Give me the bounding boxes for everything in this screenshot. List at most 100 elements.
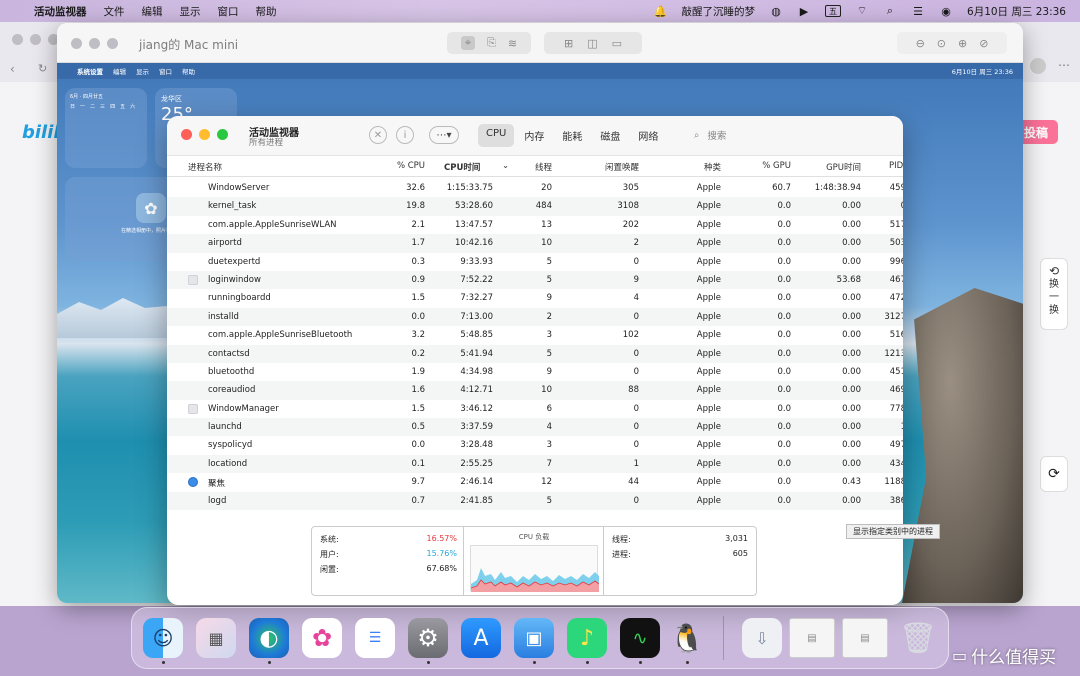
reload-icon[interactable]: ↻ (38, 62, 47, 75)
calendar-widget[interactable]: 6月 · 四月廿五 日一二三四五六 (65, 88, 147, 168)
tab-energy[interactable]: 能耗 (554, 124, 590, 147)
info-button[interactable]: i (396, 126, 414, 144)
tab-disk[interactable]: 磁盘 (592, 124, 628, 147)
control-mode-icon[interactable]: ⌖ (460, 36, 476, 50)
close-window-button[interactable] (181, 129, 192, 140)
finder-icon[interactable]: ☺ (143, 618, 183, 658)
screenshot-2-icon[interactable]: ▤ (842, 618, 888, 658)
remote-menu-view[interactable]: 显示 (136, 66, 149, 76)
zoom-toolbar[interactable]: ⊖ ⊙ ⊕ ⊘ (897, 32, 1007, 54)
grid-icon[interactable]: ⊞ (564, 37, 573, 50)
table-row[interactable]: contactsd 0.2 5:41.94 5 0 Apple 0.0 0.00 1213 (167, 344, 903, 363)
profile-avatar[interactable] (1030, 58, 1046, 74)
col-pid[interactable]: PID (889, 161, 903, 171)
zoom-fit-icon[interactable]: ⊙ (937, 37, 946, 50)
col-cpu-percent[interactable]: % CPU (385, 161, 425, 171)
col-threads[interactable]: 线程 (512, 161, 552, 173)
minimize-window-button[interactable] (199, 129, 210, 140)
view-mode-icon[interactable]: ⎘ (487, 36, 496, 50)
table-row[interactable]: installd 0.0 7:13.00 2 0 Apple 0.0 0.00 3127 (167, 307, 903, 327)
col-idle-wakeups[interactable]: 闲置唤醒 (587, 161, 639, 173)
row-threads: 9 (546, 366, 552, 377)
split-view-icon[interactable]: ◫ (587, 37, 597, 50)
table-row[interactable]: duetexpertd 0.3 9:33.93 5 0 Apple 0.0 0.00 996 (167, 253, 903, 271)
table-row[interactable]: 聚焦 9.7 2:46.14 12 44 Apple 0.0 0.43 1188 (167, 473, 903, 491)
app-store-icon[interactable]: A (461, 618, 501, 658)
fullscreen-icon[interactable]: ▭ (612, 37, 622, 50)
table-row[interactable]: locationd 0.1 2:55.25 7 1 Apple 0.0 0.00 434 (167, 454, 903, 474)
table-row[interactable]: com.apple.AppleSunriseWLAN 2.1 13:47.57 13 2… (167, 216, 903, 234)
tab-memory[interactable]: 内存 (516, 124, 552, 147)
siri-icon[interactable]: ◉ (939, 5, 953, 18)
table-row[interactable]: launchd 0.5 3:37.59 4 0 Apple 0.0 0.00 1 (167, 418, 903, 437)
zoom-window-button[interactable] (217, 129, 228, 140)
remote-menu-edit[interactable]: 编辑 (113, 66, 126, 76)
photos-icon[interactable]: ✿ (302, 618, 342, 658)
system-settings-icon[interactable]: ⚙ (408, 618, 448, 658)
table-row[interactable]: WindowServer 32.6 1:15:33.75 20 305 Apple 60.7… (167, 179, 903, 197)
col-kind[interactable]: 种类 (677, 161, 721, 173)
zoom-in-icon[interactable]: ⊕ (958, 37, 967, 50)
tab-cpu[interactable]: CPU (478, 124, 515, 147)
row-cpu-time: 3:28.48 (460, 440, 493, 451)
control-center-icon[interactable]: ☰ (911, 5, 925, 18)
menubar-datetime[interactable]: 6月10日 周三 23:36 (967, 4, 1066, 19)
remote-display-toolbar[interactable]: ⊞ ◫ ▭ (544, 32, 642, 54)
now-playing-text[interactable]: 敲醒了沉睡的梦 (682, 4, 756, 19)
col-process-name[interactable]: 进程名称 (188, 161, 222, 173)
menu-app-name[interactable]: 活动监视器 (34, 4, 87, 19)
table-row[interactable]: loginwindow 0.9 7:52.22 5 9 Apple 0.0 53.68 467 (167, 270, 903, 290)
remote-menubar-datetime[interactable]: 6月10日 周三 23:36 (952, 66, 1013, 76)
download-folder-icon[interactable]: ⇩ (742, 618, 782, 658)
table-row[interactable]: WindowManager 1.5 3:46.12 6 0 Apple 0.0 0.00 778 (167, 400, 903, 418)
col-gpu-percent[interactable]: % GPU (747, 161, 791, 171)
edge-icon[interactable]: ◐ (249, 618, 289, 658)
table-row[interactable]: coreaudiod 1.6 4:12.71 10 88 Apple 0.0 0.00 469 (167, 381, 903, 400)
zoom-out-icon[interactable]: ⊖ (916, 37, 925, 50)
globe-icon[interactable]: ◍ (769, 5, 783, 18)
search-field[interactable]: ⌕ 搜索 (684, 124, 902, 146)
menu-edit[interactable]: 编辑 (142, 4, 163, 19)
menu-view[interactable]: 显示 (180, 4, 201, 19)
reminders-icon[interactable]: ☰ (355, 618, 395, 658)
screenshot-1-icon[interactable]: ▤ (789, 618, 835, 658)
remote-menu-help[interactable]: 帮助 (182, 66, 195, 76)
remote-traffic-lights[interactable] (71, 38, 125, 52)
input-method-icon[interactable]: 五 (825, 5, 842, 17)
menu-window[interactable]: 窗口 (218, 4, 239, 19)
more-actions-button[interactable]: ⋯▾ (429, 126, 459, 144)
tab-network[interactable]: 网络 (630, 124, 666, 147)
remote-mode-toolbar[interactable]: ⌖ ⎘ ≋ (447, 32, 531, 54)
layers-icon[interactable]: ≋ (508, 37, 517, 50)
replay-button[interactable]: ⟳ (1040, 456, 1068, 492)
zoom-actual-icon[interactable]: ⊘ (979, 37, 988, 50)
wifi-icon[interactable]: ⌔ (855, 4, 869, 17)
back-icon[interactable]: ‹ (10, 62, 15, 76)
remote-menu-window[interactable]: 窗口 (159, 66, 172, 76)
remote-menu-app[interactable]: 系统设置 (77, 66, 103, 76)
table-row[interactable]: runningboardd 1.5 7:32.27 9 4 Apple 0.0 0.00 472 (167, 289, 903, 307)
menu-help[interactable]: 帮助 (256, 4, 277, 19)
table-row[interactable]: bluetoothd 1.9 4:34.98 9 0 Apple 0.0 0.00 451 (167, 363, 903, 381)
menu-file[interactable]: 文件 (104, 4, 125, 19)
table-row[interactable]: airportd 1.7 10:42.16 10 2 Apple 0.0 0.00 503 (167, 234, 903, 253)
table-row[interactable]: syspolicyd 0.0 3:28.48 3 0 Apple 0.0 0.00 497 (167, 436, 903, 454)
table-row[interactable]: com.apple.AppleSunriseBluetooth 3.2 5:48.8… (167, 326, 903, 344)
notification-bell-icon[interactable]: 🔔 (654, 5, 668, 18)
activity-monitor-icon[interactable]: ∿ (620, 618, 660, 658)
table-row[interactable]: logd 0.7 2:41.85 5 0 Apple 0.0 0.00 386 (167, 491, 903, 511)
stop-process-button[interactable]: ✕ (369, 126, 387, 144)
play-icon[interactable]: ▶ (797, 5, 811, 18)
trash-icon[interactable]: 🗑 (898, 618, 938, 658)
screen-sharing-icon[interactable]: ▣ (514, 618, 554, 658)
qq-music-icon[interactable]: ♪ (567, 618, 607, 658)
qq-icon[interactable]: 🐧 (667, 618, 707, 658)
col-gpu-time[interactable]: GPU时间 (807, 161, 861, 173)
table-row[interactable]: kernel_task 19.8 53:28.60 484 3108 Apple 0.0 0.… (167, 197, 903, 216)
row-cpu-time: 9:33.93 (460, 256, 493, 267)
swap-button[interactable]: ⟲ 换一换 (1040, 258, 1068, 330)
col-cpu-time[interactable]: CPU时间 (444, 161, 480, 173)
search-icon[interactable]: ⌕ (883, 4, 897, 17)
more-icon[interactable]: ⋯ (1058, 58, 1070, 72)
launchpad-icon[interactable]: ▦ (196, 618, 236, 658)
